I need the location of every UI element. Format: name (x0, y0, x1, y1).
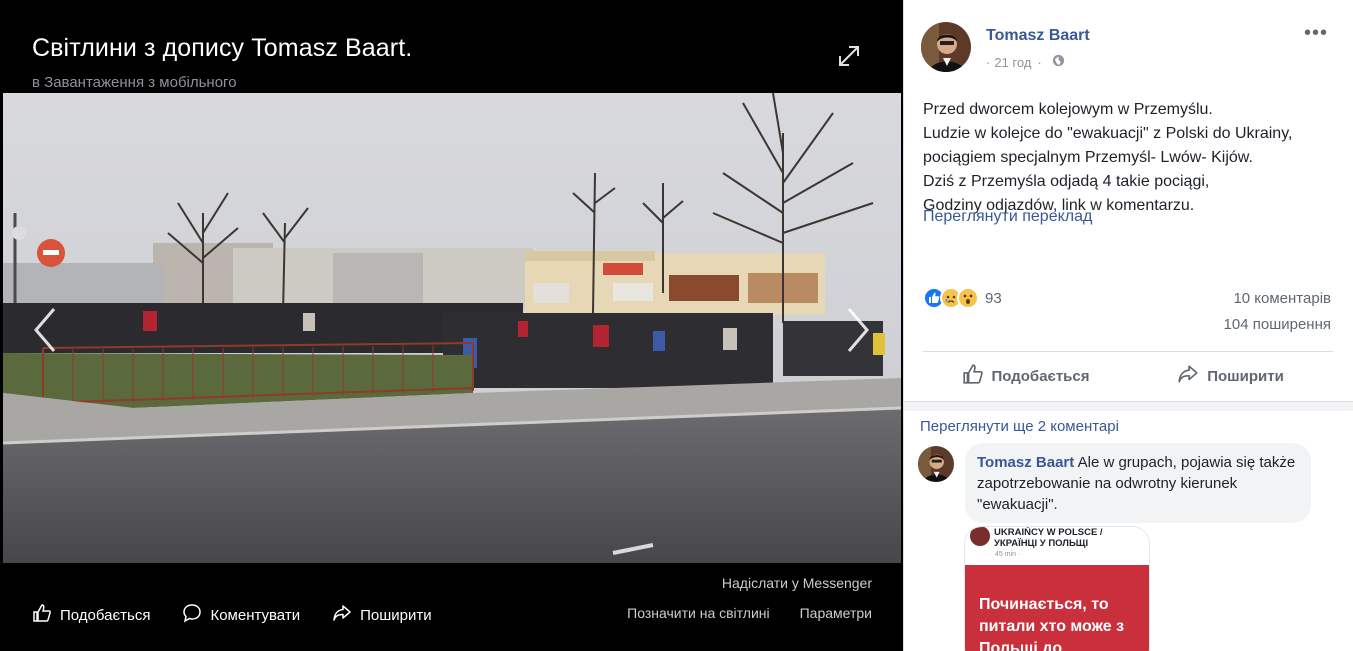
post-author[interactable]: Tomasz Baart (986, 27, 1090, 45)
chevron-left-icon[interactable] (30, 305, 60, 355)
post-panel: Tomasz Baart · 21 год · ••• Przed dworce… (903, 0, 1353, 651)
viewer-right-links: Позначити на світлині Параметри (597, 605, 872, 621)
viewer-share-label: Поширити (360, 606, 432, 624)
post-text-line: Przed dworcem kolejowym w Przemyślu. (923, 101, 1213, 118)
attachment-body: Починається, то питали хто може з Польщі… (965, 565, 1149, 651)
share-label: Поширити (1207, 367, 1284, 385)
like-label: Подобається (991, 367, 1090, 385)
options-link[interactable]: Параметри (800, 605, 872, 621)
viewer-title: Світлини з допису Tomasz Baart. (32, 34, 413, 62)
main-photo[interactable] (3, 93, 901, 563)
comment-author[interactable]: Tomasz Baart (977, 454, 1074, 471)
chevron-right-icon[interactable] (843, 305, 873, 355)
reactions-summary[interactable]: 93 (923, 287, 1002, 309)
attachment-group-name: UKRAIŃCY W POLSCE / УКРАЇНЦІ У ПОЛЬЩІ (994, 527, 1103, 549)
like-button[interactable]: Подобається (923, 352, 1128, 400)
attachment-header: UKRAIŃCY W POLSCE / УКРАЇНЦІ У ПОЛЬЩІ 45… (965, 527, 1149, 563)
expand-icon[interactable] (834, 41, 864, 71)
viewer-share-button[interactable]: Поширити (332, 603, 432, 627)
viewer-like-label: Подобається (60, 606, 151, 624)
attachment-time: 45 min · (995, 551, 1021, 558)
viewer-comment-label: Коментувати (210, 606, 301, 624)
post-text-line: Dziś z Przemyśla odjadą 4 takie pociągi, (923, 173, 1210, 190)
like-icon (962, 363, 992, 389)
wow-reaction-icon (957, 287, 979, 309)
share-icon (1177, 363, 1207, 389)
comment-icon (182, 603, 210, 627)
attachment-text: Починається, то питали хто може з Польщі… (979, 596, 1125, 651)
avatar[interactable] (921, 22, 971, 72)
post-meta: · 21 год · (986, 54, 1065, 70)
viewer-like-button[interactable]: Подобається (32, 603, 150, 627)
viewer-actions: Подобається Коментувати Поширити (32, 603, 464, 627)
photo-viewer-page: Світлини з допису Tomasz Baart. в Завант… (0, 0, 1353, 651)
album-link[interactable]: в Завантаження з мобільного (32, 74, 237, 91)
comment-attachment[interactable]: UKRAIŃCY W POLSCE / УКРАЇНЦІ У ПОЛЬЩІ 45… (964, 526, 1150, 651)
shares-count-link[interactable]: 104 поширення (1224, 316, 1331, 333)
globe-icon[interactable] (1046, 54, 1065, 70)
viewer-bottom-bar: Надіслати у Messenger Подобається Комент… (0, 563, 903, 651)
photo-viewer: Світлини з допису Tomasz Baart. в Завант… (0, 0, 903, 651)
see-translation-link[interactable]: Переглянути переклад (923, 208, 1092, 226)
post-actions: Подобається Поширити (923, 352, 1333, 400)
share-icon (332, 603, 360, 627)
viewer-comment-button[interactable]: Коментувати (182, 603, 300, 627)
tag-photo-link[interactable]: Позначити на світлині (627, 605, 769, 621)
comments-count-link[interactable]: 10 коментарів (1233, 290, 1331, 307)
post-text: Przed dworcem kolejowym w Przemyślu. Lud… (923, 98, 1343, 218)
view-more-comments-link[interactable]: Переглянути ще 2 коментарі (920, 418, 1119, 435)
like-icon (32, 603, 60, 627)
share-button[interactable]: Поширити (1128, 352, 1333, 400)
post-time[interactable]: 21 год (994, 55, 1031, 70)
comment-bubble: Tomasz Baart Ale w grupach, pojawia się … (965, 443, 1311, 523)
divider (904, 401, 1353, 411)
avatar[interactable] (918, 446, 954, 482)
send-messenger-link[interactable]: Надіслати у Messenger (722, 575, 872, 591)
more-options-button[interactable]: ••• (1304, 23, 1328, 43)
reactions-count: 93 (985, 289, 1002, 307)
post-text-line: Ludzie w kolejce do "ewakuacji" z Polski… (923, 125, 1293, 142)
post-text-line: pociągiem specjalnym Przemyśl- Lwów- Kij… (923, 149, 1253, 166)
